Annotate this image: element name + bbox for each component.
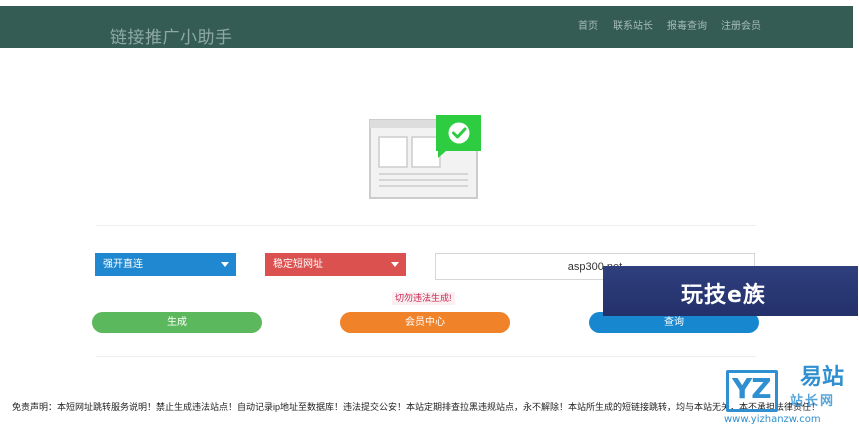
link-type-select[interactable]: 稳定短网址 — [265, 253, 406, 276]
mode-select[interactable]: 强开直连 — [95, 253, 236, 276]
member-center-button[interactable]: 会员中心 — [340, 312, 510, 333]
chevron-down-icon — [221, 262, 229, 267]
site-watermark-logo: YZ 易站 站长网 www.yizhanzw.com — [722, 366, 857, 428]
checkmark-icon — [448, 122, 470, 144]
page: 链接推广小助手 首页 联系站长 报毒查询 注册会员 强开直连 稳定短网址 切勿违… — [0, 0, 859, 432]
divider — [96, 225, 756, 226]
watermark-subname: 站长网 — [790, 394, 836, 409]
overlay-banner-ad[interactable]: 玩技e族 — [603, 266, 858, 316]
nav-link-home[interactable]: 首页 — [578, 17, 598, 32]
banner-text: 玩技e族 — [681, 283, 766, 308]
nav-link-contact[interactable]: 联系站长 — [613, 17, 653, 32]
watermark-letters: YZ — [732, 372, 772, 405]
warning-label: 切勿违法生成! — [392, 292, 455, 305]
watermark-url: www.yizhanzw.com — [724, 414, 821, 425]
generate-button[interactable]: 生成 — [92, 312, 262, 333]
browser-check-illustration — [369, 115, 481, 199]
nav-link-register[interactable]: 注册会员 — [721, 17, 761, 32]
divider — [96, 356, 756, 357]
watermark-name: 易站 — [800, 365, 845, 390]
nav-menu: 首页 联系站长 报毒查询 注册会员 — [0, 17, 859, 32]
link-type-select-value: 稳定短网址 — [273, 259, 323, 270]
mode-select-value: 强开直连 — [103, 259, 143, 270]
chevron-down-icon — [391, 262, 399, 267]
nav-link-virus-check[interactable]: 报毒查询 — [667, 17, 707, 32]
